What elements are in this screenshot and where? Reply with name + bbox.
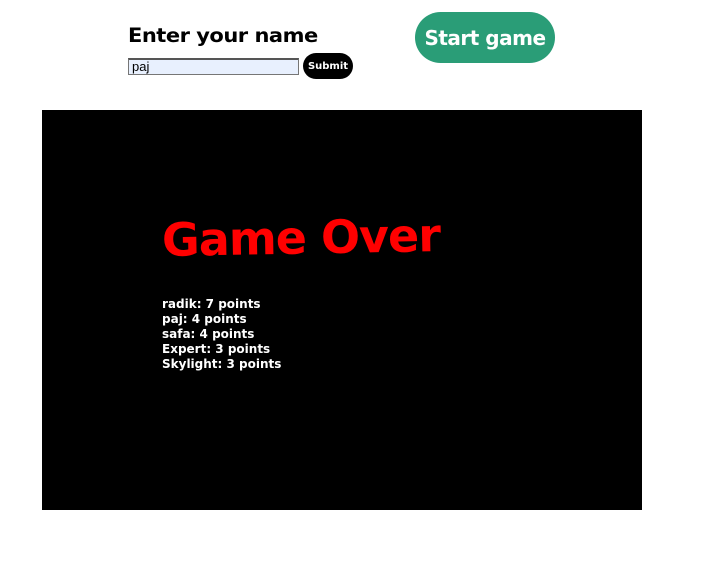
leaderboard-entry: safa: 4 points [162,327,255,341]
start-game-button[interactable]: Start game [415,12,555,63]
leaderboard-entry: radik: 7 points [162,297,261,311]
submit-button[interactable]: Submit [303,53,353,79]
leaderboard: radik: 7 points paj: 4 points safa: 4 po… [162,297,281,372]
name-form: Enter your name Submit [128,22,368,79]
name-label: Enter your name [128,24,318,47]
game-over-title: Game Over [161,208,441,267]
name-input[interactable] [128,57,299,75]
leaderboard-entry: Skylight: 3 points [162,357,282,371]
leaderboard-entry: paj: 4 points [162,312,247,326]
leaderboard-entry: Expert: 3 points [162,342,271,356]
top-bar: Enter your name Submit Start game [0,0,701,100]
name-row: Submit [128,53,353,79]
game-canvas[interactable]: Game Over radik: 7 points paj: 4 points … [42,110,642,510]
